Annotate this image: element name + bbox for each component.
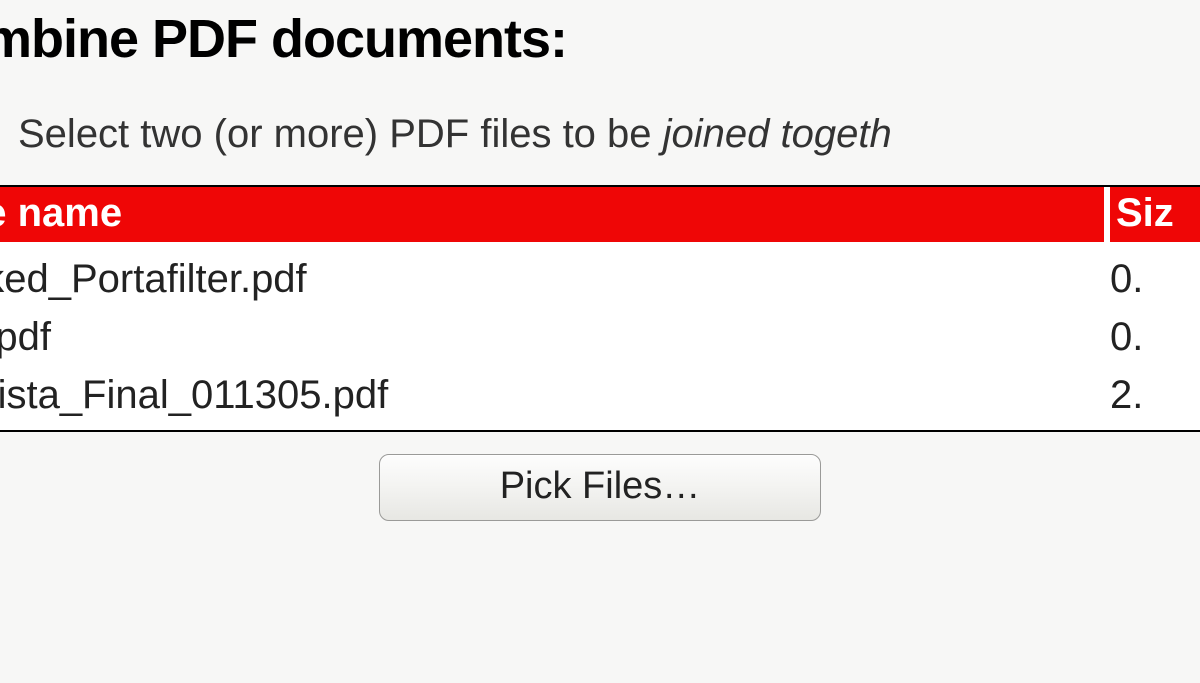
cell-size: 2.	[1104, 366, 1200, 424]
column-header-size[interactable]: Siz	[1110, 187, 1200, 242]
table-header: ile name Siz	[0, 187, 1200, 242]
table-body: aked_Portafilter.pdf 0. e.pdf 0. arista_…	[0, 242, 1200, 430]
cell-filename: arista_Final_011305.pdf	[0, 366, 1104, 424]
button-row: Pick Files…	[0, 454, 1200, 521]
page-title: ombine PDF documents:	[0, 8, 1200, 70]
table-row[interactable]: aked_Portafilter.pdf 0.	[0, 250, 1200, 308]
file-table: ile name Siz aked_Portafilter.pdf 0. e.p…	[0, 185, 1200, 432]
pick-files-button[interactable]: Pick Files…	[379, 454, 822, 521]
column-header-filename[interactable]: ile name	[0, 187, 1104, 242]
cell-size: 0.	[1104, 308, 1200, 366]
cell-size: 0.	[1104, 250, 1200, 308]
cell-filename: e.pdf	[0, 308, 1104, 366]
instruction-prefix: Select two (or more) PDF files to be	[18, 112, 663, 156]
table-row[interactable]: e.pdf 0.	[0, 308, 1200, 366]
cell-filename: aked_Portafilter.pdf	[0, 250, 1104, 308]
instruction-text: Select two (or more) PDF files to be joi…	[18, 112, 1200, 157]
instruction-italic: joined togeth	[663, 112, 892, 156]
table-row[interactable]: arista_Final_011305.pdf 2.	[0, 366, 1200, 424]
